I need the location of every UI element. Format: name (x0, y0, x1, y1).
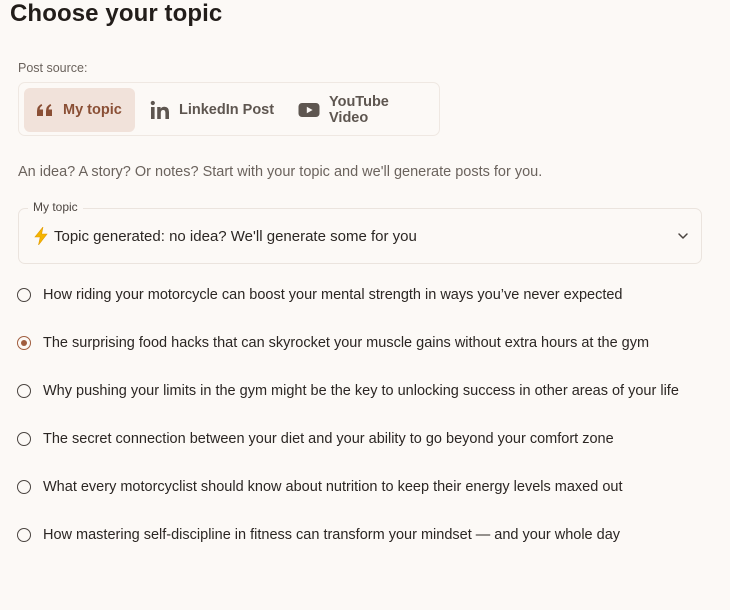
topic-description: An idea? A story? Or notes? Start with y… (18, 164, 543, 180)
topic-option-text: Why pushing your limits in the gym might… (43, 383, 679, 399)
topic-option-text: How mastering self-discipline in fitness… (43, 527, 621, 543)
quote-icon (36, 103, 54, 117)
my-topic-label: My topic (28, 200, 83, 214)
radio-button-selected[interactable] (17, 336, 31, 350)
radio-button[interactable] (17, 384, 31, 398)
chevron-down-icon[interactable] (677, 230, 689, 242)
tab-my-topic-label: My topic (63, 102, 122, 118)
tab-youtube-video[interactable]: YouTube Video (286, 88, 439, 132)
tab-linkedin-label: LinkedIn Post (179, 102, 275, 118)
radio-button[interactable] (17, 432, 31, 446)
tab-youtube-label: YouTube Video (329, 94, 389, 126)
topic-option[interactable]: Why pushing your limits in the gym might… (17, 379, 717, 427)
radio-button[interactable] (17, 480, 31, 494)
my-topic-select[interactable]: My topic Topic generated: no idea? We'll… (18, 200, 702, 264)
lightning-icon (33, 227, 49, 245)
youtube-icon (298, 102, 320, 118)
topic-option[interactable]: How riding your motorcycle can boost you… (17, 283, 717, 331)
post-source-label: Post source: (18, 61, 88, 75)
linkedin-icon (150, 100, 170, 120)
topic-option-text: How riding your motorcycle can boost you… (43, 287, 623, 303)
topic-option[interactable]: How mastering self-discipline in fitness… (17, 523, 717, 571)
tab-my-topic[interactable]: My topic (24, 88, 135, 132)
radio-button[interactable] (17, 288, 31, 302)
my-topic-value-text: Topic generated: no idea? We'll generate… (54, 227, 417, 245)
topic-option[interactable]: The secret connection between your diet … (17, 427, 717, 475)
tab-linkedin-post[interactable]: LinkedIn Post (138, 88, 286, 132)
topic-option-text: What every motorcyclist should know abou… (43, 479, 623, 495)
my-topic-value: Topic generated: no idea? We'll generate… (33, 227, 417, 245)
topic-selection-page: Choose your topic Post source: My topic … (0, 0, 730, 610)
post-source-tabs: My topic LinkedIn Post YouTube Video (18, 82, 440, 136)
topic-option[interactable]: What every motorcyclist should know abou… (17, 475, 717, 523)
topic-option-text: The secret connection between your diet … (43, 431, 614, 447)
radio-button[interactable] (17, 528, 31, 542)
page-title: Choose your topic (10, 0, 223, 27)
topic-option-text: The surprising food hacks that can skyro… (43, 335, 650, 351)
topic-option[interactable]: The surprising food hacks that can skyro… (17, 331, 717, 379)
topic-options-list: How riding your motorcycle can boost you… (17, 283, 717, 571)
